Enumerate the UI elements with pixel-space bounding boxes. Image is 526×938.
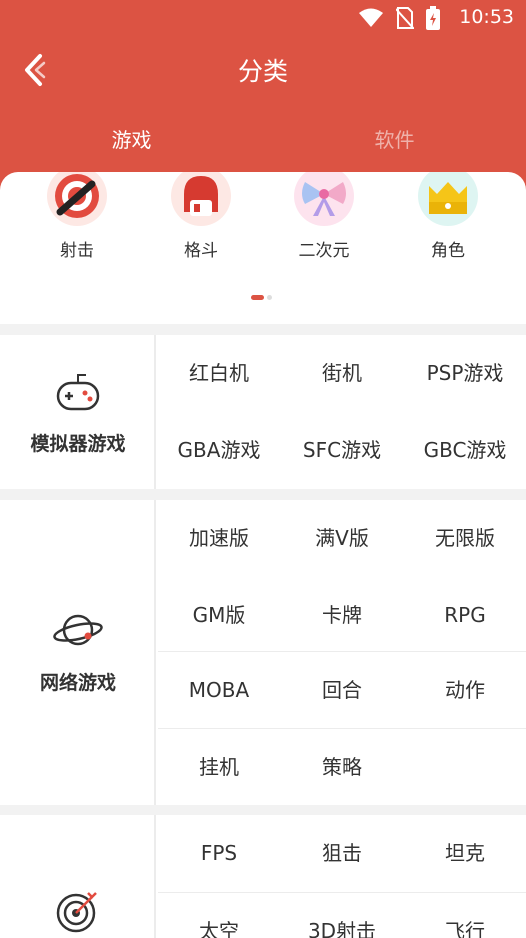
category-item[interactable]: 挂机	[158, 729, 280, 806]
category-item[interactable]: 3D射击	[281, 893, 403, 938]
tab-software[interactable]: 软件	[263, 124, 526, 153]
tab-games[interactable]: 游戏	[0, 124, 263, 153]
quick-category-label: 射击	[60, 241, 94, 261]
section-emulator-games: 模拟器游戏 红白机 街机 PSP游戏 GBA游戏 SFC游戏 GBC游戏	[0, 335, 526, 489]
quick-category-role[interactable]: 角色	[388, 166, 508, 261]
category-row: 太空 3D射击 飞行	[158, 892, 526, 938]
category-row: MOBA 回合 动作	[158, 651, 526, 728]
status-time: 10:53	[459, 6, 514, 28]
category-item[interactable]: 街机	[281, 335, 403, 412]
quick-category-label: 二次元	[298, 241, 350, 261]
category-item[interactable]: 太空	[158, 893, 280, 938]
no-sim-icon	[396, 7, 414, 29]
category-row: 加速版 满V版 无限版	[158, 500, 526, 577]
gamepad-icon	[56, 374, 100, 411]
category-item[interactable]: GBC游戏	[404, 412, 526, 489]
section-header[interactable]	[0, 815, 156, 938]
category-item[interactable]: 无限版	[404, 500, 526, 577]
planet-icon	[53, 614, 103, 646]
section-online-games: 网络游戏 加速版 满V版 无限版 GM版 卡牌 RPG MOBA 回合 动作 挂…	[0, 500, 526, 805]
category-item[interactable]: 坦克	[404, 815, 526, 892]
category-item[interactable]: 动作	[404, 652, 526, 729]
category-item[interactable]: 红白机	[158, 335, 280, 412]
page-indicator	[251, 295, 272, 300]
category-item[interactable]: GM版	[158, 577, 280, 654]
category-item[interactable]: RPG	[404, 577, 526, 654]
category-item[interactable]: FPS	[158, 815, 280, 892]
category-row: GM版 卡牌 RPG	[158, 577, 526, 654]
category-item[interactable]: 飞行	[404, 893, 526, 938]
target-icon	[46, 166, 108, 228]
category-item[interactable]: SFC游戏	[281, 412, 403, 489]
section-header[interactable]: 网络游戏	[0, 500, 156, 805]
category-row: FPS 狙击 坦克	[158, 815, 526, 892]
crown-icon	[417, 166, 479, 228]
category-row: 挂机 策略	[158, 728, 526, 805]
category-item[interactable]: 回合	[281, 652, 403, 729]
quick-category-label: 角色	[431, 241, 465, 261]
category-item[interactable]: PSP游戏	[404, 335, 526, 412]
header-bar: 10:53 分类 游戏 软件	[0, 0, 526, 200]
quick-category-shooting[interactable]: 射击	[17, 166, 137, 261]
section-shooting-games: FPS 狙击 坦克 太空 3D射击 飞行	[0, 815, 526, 938]
category-row: 红白机 街机 PSP游戏	[158, 335, 526, 412]
quick-category-card: 射击 格斗 二次元 角色	[0, 166, 526, 324]
target-icon	[56, 892, 97, 933]
category-item[interactable]: MOBA	[158, 652, 280, 729]
category-item[interactable]: GBA游戏	[158, 412, 280, 489]
section-title: 网络游戏	[39, 672, 116, 694]
bow-icon	[293, 166, 355, 228]
category-item[interactable]: 策略	[281, 729, 403, 806]
section-header[interactable]: 模拟器游戏	[0, 335, 156, 489]
page-title: 分类	[237, 57, 288, 86]
category-item[interactable]: 加速版	[158, 500, 280, 577]
category-item[interactable]: 卡牌	[281, 577, 403, 654]
category-row: GBA游戏 SFC游戏 GBC游戏	[158, 412, 526, 489]
category-item[interactable]: 满V版	[281, 500, 403, 577]
category-item[interactable]: 狙击	[281, 815, 403, 892]
quick-category-fighting[interactable]: 格斗	[141, 166, 261, 261]
wifi-icon	[359, 8, 383, 27]
quick-category-anime[interactable]: 二次元	[264, 166, 384, 261]
boxing-glove-icon	[170, 166, 232, 228]
section-title: 模拟器游戏	[30, 433, 126, 455]
status-icons	[358, 6, 440, 30]
page-dot-active	[251, 295, 264, 300]
quick-category-label: 格斗	[184, 241, 218, 261]
page-dot	[267, 295, 272, 300]
battery-icon	[426, 6, 440, 30]
